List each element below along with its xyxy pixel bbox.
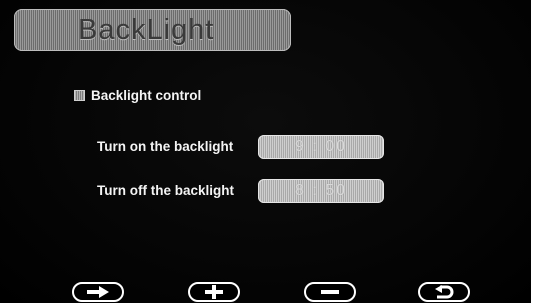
increase-button[interactable]: [188, 282, 240, 302]
decrease-button[interactable]: [304, 282, 356, 302]
turn-on-label: Turn on the backlight: [97, 139, 234, 154]
backlight-screen: BackLight Backlight control Turn on the …: [0, 0, 537, 303]
arrow-right-icon: [87, 286, 109, 298]
return-button[interactable]: [418, 282, 470, 302]
turn-off-label: Turn off the backlight: [97, 183, 234, 198]
turn-on-time-field[interactable]: 9 : 00: [258, 135, 384, 159]
backlight-control-checkbox[interactable]: [74, 90, 85, 101]
page-title: BackLight: [78, 14, 215, 46]
backlight-control-label: Backlight control: [91, 88, 202, 103]
backlight-control-option[interactable]: Backlight control: [74, 88, 201, 103]
turn-off-time-field[interactable]: 8 : 50: [258, 179, 384, 203]
title-bar: BackLight: [14, 9, 291, 51]
next-button[interactable]: [72, 282, 124, 302]
return-icon: [435, 285, 454, 299]
plus-icon: [205, 285, 223, 299]
minus-icon: [321, 290, 339, 294]
